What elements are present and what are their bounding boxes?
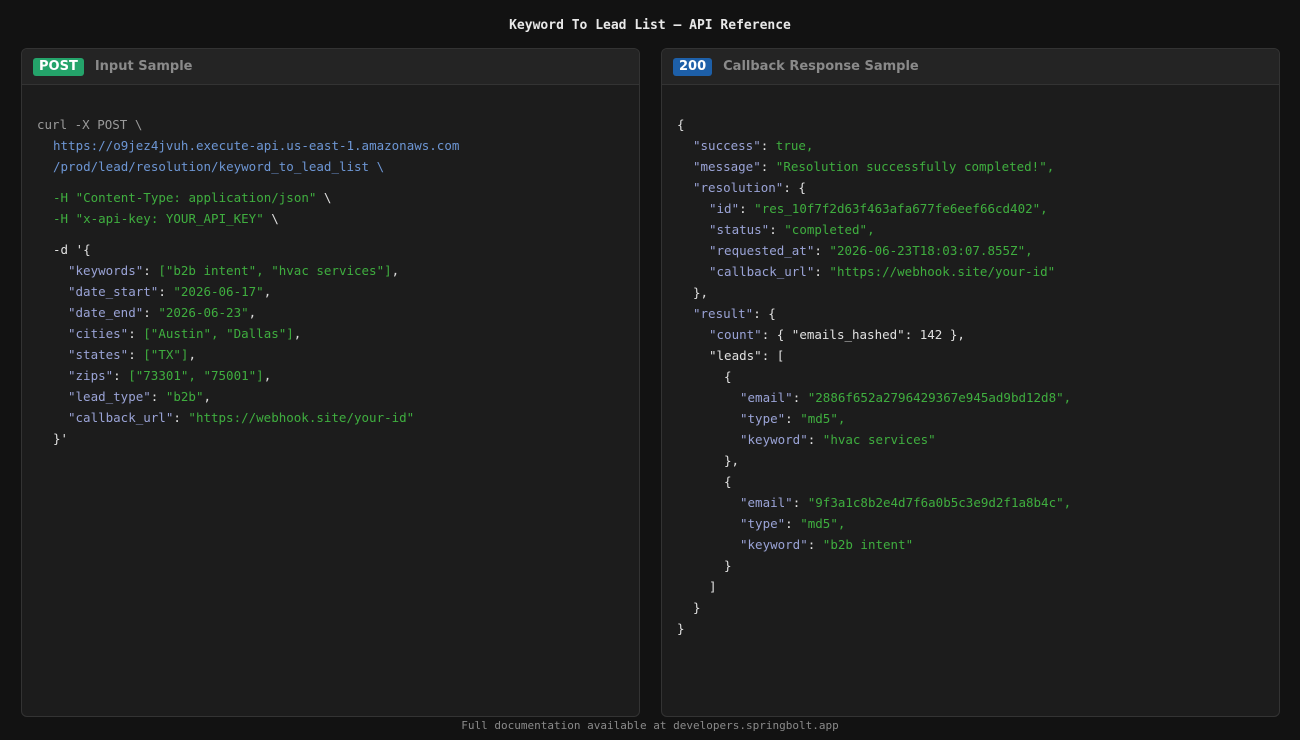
endpoint-url-line2: /prod/lead/resolution/keyword_to_lead_li…: [53, 159, 385, 174]
data-flag-open: -d '{: [53, 242, 91, 257]
lead-close-brace: }: [724, 558, 732, 573]
json-open-brace: {: [677, 117, 685, 132]
response-panel-header: 200 Callback Response Sample: [662, 49, 1279, 85]
input-code-block[interactable]: curl -X POST \ https://o9jez4jvuh.execute…: [22, 93, 639, 491]
response-code-block[interactable]: { "success": true, "message": "Resolution …: [662, 93, 1279, 681]
request-body-field: "lead_type": "b2b",: [68, 389, 212, 404]
endpoint-url-line1: https://o9jez4jvuh.execute-api.us-east-1…: [53, 138, 460, 153]
result-close-line: }: [693, 600, 701, 615]
request-body-field: "date_start": "2026-06-17",: [68, 284, 272, 299]
lead-email-line: "email": "2886f652a2796429367e945ad9bd12…: [740, 390, 1072, 405]
request-body-field: "cities": ["Austin", "Dallas"],: [68, 326, 302, 341]
message-line: "message": "Resolution successfully comp…: [693, 159, 1055, 174]
request-body-fields: "keywords": ["b2b intent", "hvac service…: [37, 260, 639, 428]
resolution-callback-line: "callback_url": "https://webhook.site/yo…: [709, 264, 1056, 279]
count-line: "count": { "emails_hashed": 142 },: [709, 327, 965, 342]
page-title: Keyword To Lead List — API Reference: [509, 18, 791, 33]
input-sample-panel: POST Input Sample curl -X POST \ https://…: [21, 48, 640, 717]
lead-open-brace: {: [724, 369, 732, 384]
lead-keyword-line: "keyword": "hvac services": [740, 432, 936, 447]
input-panel-header: POST Input Sample: [22, 49, 639, 85]
leads-open-line: "leads": [: [709, 348, 785, 363]
status-badge: 200: [673, 57, 713, 76]
leads-list: { "email": "2886f652a2796429367e945ad9bd1…: [677, 366, 1279, 576]
lead-keyword-line: "keyword": "b2b intent": [740, 537, 914, 552]
api-key-header: -H "x-api-key: YOUR_API_KEY" \: [53, 211, 279, 226]
result-open-line: "result": {: [693, 306, 776, 321]
method-badge: POST: [33, 57, 84, 76]
lead-close-brace: },: [724, 453, 740, 468]
resolution-id-line: "id": "res_10f7f2d63f463afa677fe6eef66cd…: [709, 201, 1048, 216]
resolution-close-line: },: [693, 285, 709, 300]
lead-type-line: "type": "md5",: [740, 516, 846, 531]
callback-response-panel: 200 Callback Response Sample { "success":…: [661, 48, 1280, 717]
success-line: "success": true,: [693, 138, 814, 153]
footer-note: Full documentation available at develope…: [461, 719, 839, 732]
resolution-status-line: "status": "completed",: [709, 222, 875, 237]
request-body-field: "states": ["TX"],: [68, 347, 196, 362]
data-flag-close: }': [53, 431, 69, 446]
curl-command: curl -X POST \: [37, 117, 143, 132]
lead-email-line: "email": "9f3a1c8b2e4d7f6a0b5c3e9d2f1a8b…: [740, 495, 1072, 510]
resolution-open-line: "resolution": {: [693, 180, 806, 195]
response-panel-title: Callback Response Sample: [723, 59, 919, 74]
input-panel-title: Input Sample: [94, 59, 193, 74]
resolution-requested-line: "requested_at": "2026-06-23T18:03:07.855…: [709, 243, 1033, 258]
content-type-header: -H "Content-Type: application/json" \: [53, 190, 332, 205]
request-body-field: "callback_url": "https://webhook.site/yo…: [68, 410, 415, 425]
request-body-field: "zips": ["73301", "75001"],: [68, 368, 272, 383]
leads-close-line: ]: [709, 579, 717, 594]
json-close-brace: }: [677, 621, 685, 636]
request-body-field: "date_end": "2026-06-23",: [68, 305, 257, 320]
lead-open-brace: {: [724, 474, 732, 489]
request-body-field: "keywords": ["b2b intent", "hvac service…: [68, 263, 400, 278]
lead-type-line: "type": "md5",: [740, 411, 846, 426]
